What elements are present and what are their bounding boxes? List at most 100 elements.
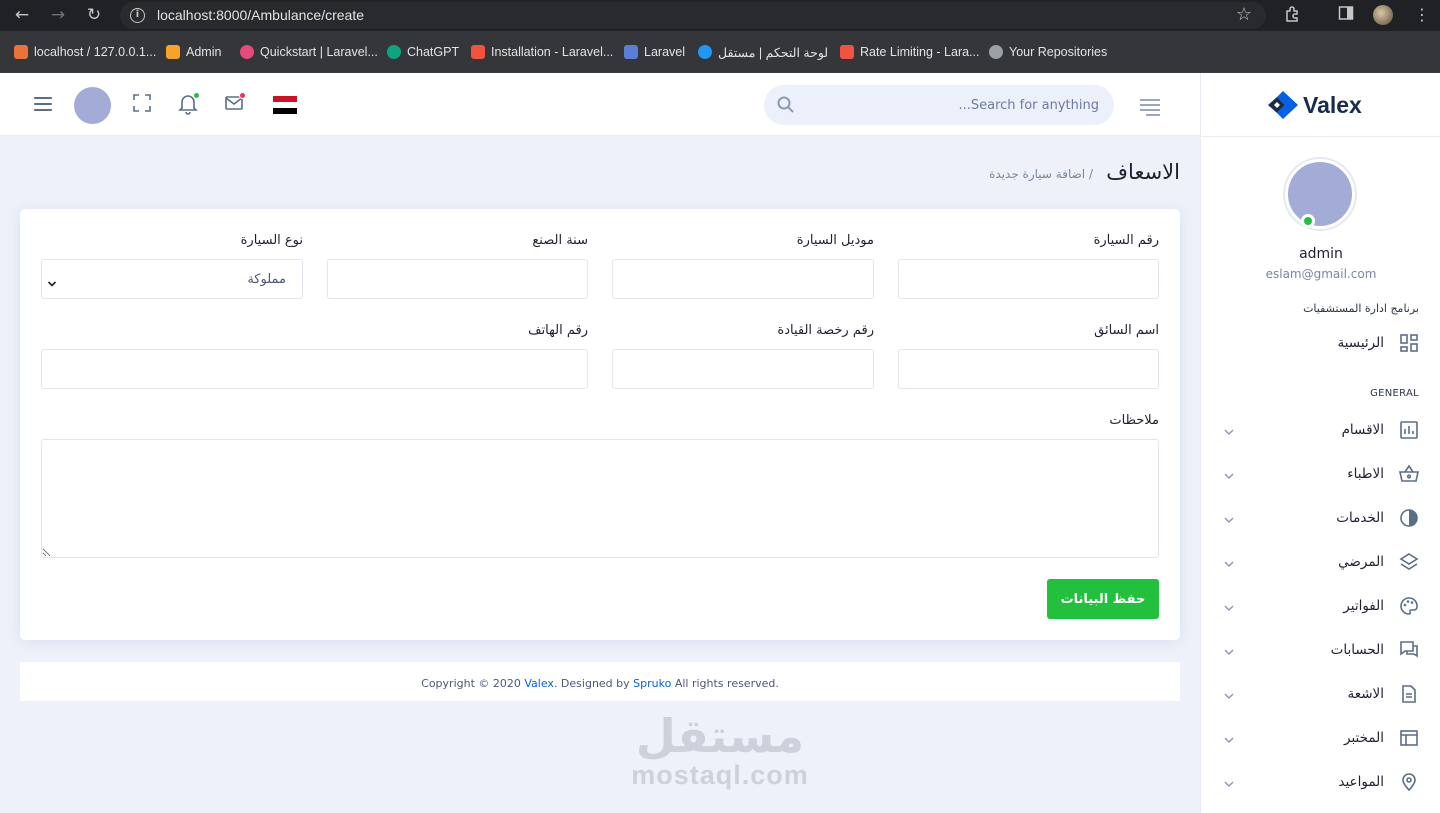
bookmarks-bar: localhost / 127.0.0.1... Admin Quickstar…	[0, 31, 1440, 73]
browser-menu-icon[interactable]: ⋮	[1414, 5, 1430, 24]
footer-designed-by: . Designed by	[553, 677, 634, 690]
chevron-down-icon[interactable]	[1223, 555, 1235, 568]
user-email: eslam@gmail.com	[1265, 267, 1377, 281]
car-type-selected-value: مملوكة	[247, 272, 286, 287]
app-header	[0, 73, 1200, 136]
logo-area: Valex	[1201, 73, 1440, 137]
sidebar-toggle-icon[interactable]	[1140, 99, 1160, 116]
bookmark-item[interactable]: لوحة التحكم | مستقل	[698, 44, 828, 60]
search-input[interactable]	[804, 85, 1099, 125]
reload-icon[interactable]: ↻	[82, 4, 106, 26]
avatar[interactable]	[74, 87, 111, 124]
sidebar-item-doctors[interactable]: الاطباء	[1201, 461, 1440, 489]
bookmark-item[interactable]: localhost / 127.0.0.1...	[14, 44, 156, 60]
bar-chart-icon	[1399, 420, 1419, 440]
bookmark-label: Your Repositories	[1009, 45, 1108, 59]
bookmark-label: localhost / 127.0.0.1...	[34, 45, 157, 59]
sidebar-item-home[interactable]: الرئيسية	[1201, 330, 1440, 358]
browser-profile-avatar[interactable]	[1373, 5, 1393, 25]
sidebar-item-accounts[interactable]: الحسابات	[1201, 637, 1440, 665]
bookmark-favicon-icon	[989, 45, 1003, 59]
license-number-field[interactable]	[612, 349, 874, 389]
driver-name-field[interactable]	[898, 349, 1159, 389]
bookmark-favicon-icon	[240, 45, 254, 59]
pie-icon	[1399, 508, 1419, 528]
bookmark-item[interactable]: Your Repositories	[989, 44, 1107, 60]
back-arrow-icon[interactable]: ←	[10, 4, 34, 26]
phone-field[interactable]	[41, 349, 588, 389]
bookmark-item[interactable]: Quickstart | Laravel...	[240, 44, 378, 60]
sidebar-item-radiology[interactable]: الاشعة	[1201, 681, 1440, 709]
save-button[interactable]: حفظ البيانات	[1047, 579, 1159, 619]
watermark-latin: mostaql.com	[631, 760, 809, 790]
forward-arrow-icon[interactable]: →	[46, 4, 70, 26]
bookmark-favicon-icon	[471, 45, 485, 59]
bookmark-star-icon[interactable]: ☆	[1236, 4, 1252, 25]
chevron-down-icon[interactable]	[1223, 775, 1235, 788]
sidebar-item-patients[interactable]: المرضي	[1201, 549, 1440, 577]
bookmark-label: Quickstart | Laravel...	[260, 45, 378, 59]
logo[interactable]: Valex	[1267, 90, 1362, 120]
license-number-label: رقم رخصة القيادة	[777, 323, 874, 338]
valex-logo-icon	[1268, 91, 1298, 119]
sidebar: Valex admin eslam@gmail.com برنامج ادارة…	[1200, 73, 1440, 813]
bookmark-label: Admin	[186, 45, 222, 59]
notes-textarea[interactable]	[41, 439, 1159, 558]
hamburger-menu-icon[interactable]	[34, 97, 52, 111]
bookmark-item[interactable]: Installation - Laravel...	[471, 44, 613, 60]
bookmark-label: ChatGPT	[407, 45, 460, 59]
chevron-down-icon[interactable]	[1223, 599, 1235, 612]
notification-dot	[193, 92, 200, 99]
site-info-icon[interactable]: i	[130, 8, 145, 23]
chevron-down-icon[interactable]	[1223, 423, 1235, 436]
bookmark-favicon-icon	[698, 45, 712, 59]
search-icon[interactable]	[776, 95, 796, 115]
logo-text: Valex	[1303, 91, 1362, 118]
bookmark-favicon-icon	[840, 45, 854, 59]
fullscreen-icon[interactable]	[132, 93, 154, 115]
bookmark-label: Installation - Laravel...	[491, 45, 614, 59]
watermark: مستقل mostaql.com	[630, 710, 810, 790]
page-title: الاسعاف	[1106, 160, 1180, 184]
manufacture-year-label: سنة الصنع	[532, 233, 588, 248]
basket-icon	[1399, 464, 1419, 484]
side-panel-icon[interactable]	[1338, 5, 1354, 25]
user-name: admin	[1299, 246, 1343, 262]
ambulance-form-card: رقم السيارة موديل السيارة سنة الصنع نوع …	[20, 209, 1180, 640]
footer-designer-link[interactable]: Spruko	[633, 677, 671, 690]
car-model-label: موديل السيارة	[796, 233, 874, 248]
layers-icon	[1399, 552, 1419, 572]
dashboard-icon	[1399, 333, 1419, 353]
sidebar-item-laboratory[interactable]: المختبر	[1201, 725, 1440, 753]
chevron-down-icon[interactable]	[1223, 731, 1235, 744]
sidebar-item-label: المرضي	[1338, 554, 1384, 570]
sidebar-user-avatar[interactable]	[1285, 159, 1355, 229]
chevron-down-icon[interactable]	[1223, 643, 1235, 656]
driver-name-label: اسم السائق	[1094, 323, 1159, 338]
sidebar-item-services[interactable]: الخدمات	[1201, 505, 1440, 533]
bookmark-item[interactable]: Laravel	[624, 44, 685, 60]
breadcrumb[interactable]: / اضافة سيارة جديدة	[989, 167, 1093, 181]
notes-label: ملاحظات	[1109, 413, 1159, 428]
address-bar[interactable]: i localhost:8000/Ambulance/create ☆	[120, 2, 1266, 29]
sidebar-item-invoices[interactable]: الفواتير	[1201, 593, 1440, 621]
bookmark-item[interactable]: Rate Limiting - Lara...	[840, 44, 980, 60]
car-model-field[interactable]	[612, 259, 874, 299]
chevron-down-icon[interactable]	[1223, 467, 1235, 480]
car-type-select[interactable]: مملوكة	[41, 259, 303, 299]
sidebar-item-appointments[interactable]: المواعيد	[1201, 769, 1440, 797]
chevron-down-icon[interactable]	[1223, 687, 1235, 700]
bookmark-item[interactable]: ChatGPT	[387, 44, 459, 60]
extensions-icon[interactable]	[1284, 5, 1302, 27]
footer-brand-link[interactable]: Valex	[524, 677, 554, 690]
sidebar-item-departments[interactable]: الاقسام	[1201, 417, 1440, 445]
document-icon	[1399, 684, 1419, 704]
manufacture-year-field[interactable]	[327, 259, 588, 299]
chevron-down-icon[interactable]	[1223, 511, 1235, 524]
car-number-field[interactable]	[898, 259, 1159, 299]
sidebar-item-label: الخدمات	[1336, 510, 1384, 526]
url-text[interactable]: localhost:8000/Ambulance/create	[157, 7, 364, 23]
bookmark-item[interactable]: Admin	[166, 44, 221, 60]
egypt-flag-icon[interactable]	[273, 96, 297, 114]
car-number-label: رقم السيارة	[1093, 233, 1159, 248]
